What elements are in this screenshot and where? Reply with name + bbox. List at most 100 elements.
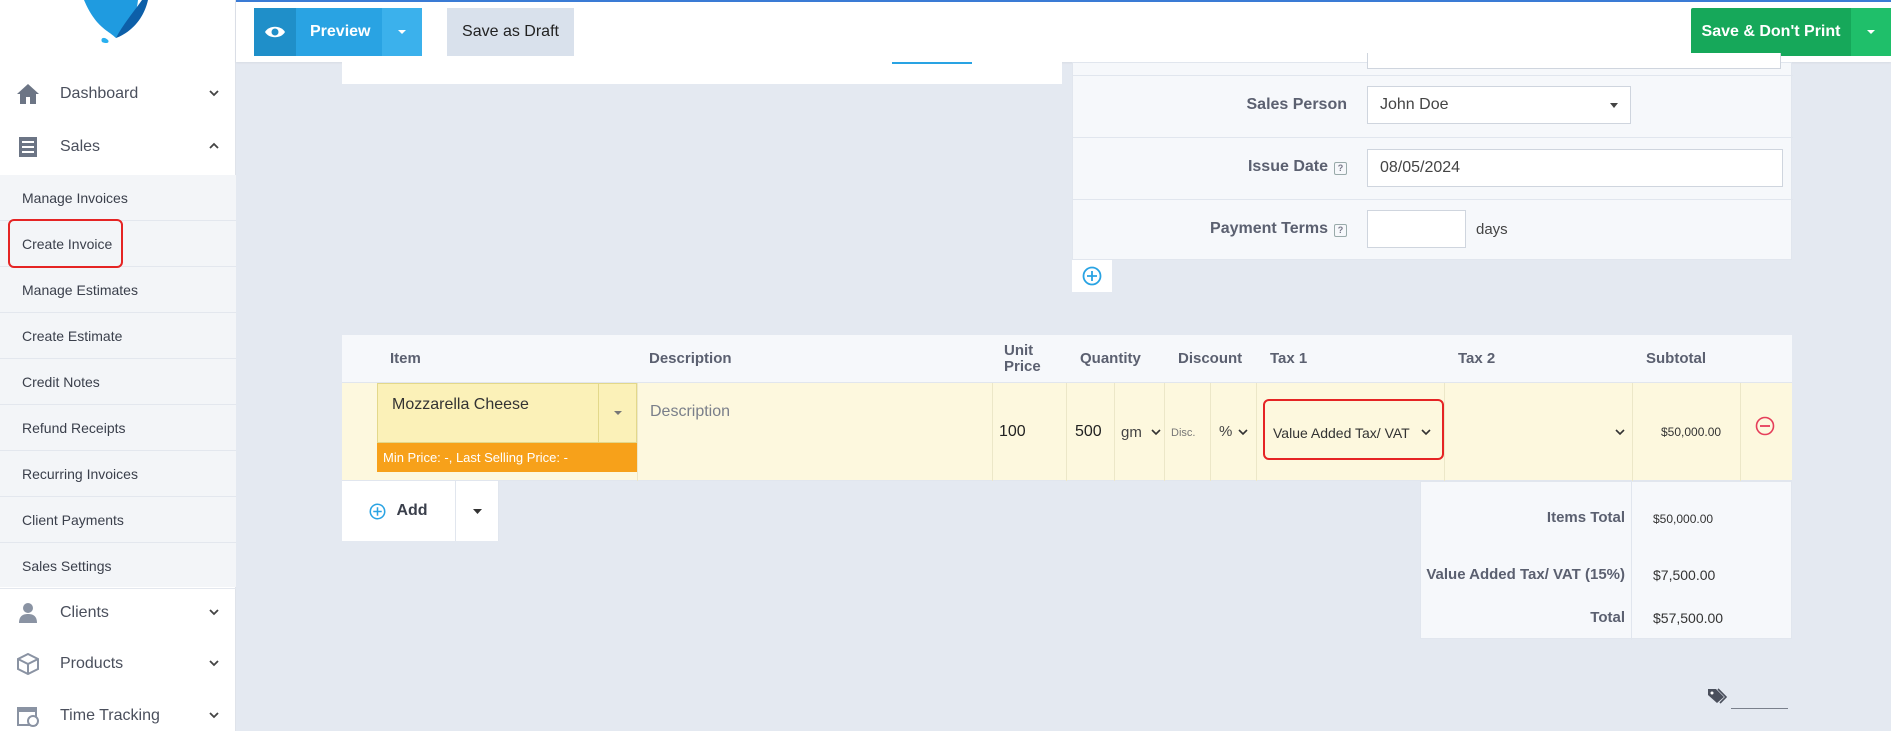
issue-date-label: Issue Date? xyxy=(1248,158,1347,176)
submenu-item-client-payments[interactable]: Client Payments xyxy=(0,497,236,543)
add-item-bar: Add xyxy=(342,481,499,541)
sidebar: Dashboard Sales Manage Invoices Create I… xyxy=(0,0,236,731)
discount-type-select[interactable]: % xyxy=(1210,383,1256,481)
caret-down-icon xyxy=(398,30,406,34)
home-icon xyxy=(17,84,39,104)
header-unit-price: Unit Price xyxy=(1004,342,1041,375)
header-discount: Discount xyxy=(1178,350,1243,367)
vat-label: Value Added Tax/ VAT (15%) xyxy=(1426,566,1625,583)
header-subtotal: Subtotal xyxy=(1646,350,1706,367)
save-dont-print-button[interactable]: Save & Don't Print xyxy=(1691,8,1851,56)
issue-date-value: 08/05/2024 xyxy=(1380,159,1461,176)
table-row: Mozzarella Cheese Min Price: -, Last Sel… xyxy=(342,383,1792,481)
quantity-input[interactable]: 500 xyxy=(1075,423,1102,441)
sidebar-item-label: Products xyxy=(60,655,124,672)
sidebar-item-label: Dashboard xyxy=(60,85,139,102)
sidebar-item-label: Time Tracking xyxy=(60,707,160,724)
caret-down-icon xyxy=(473,508,482,514)
save-dropdown-toggle[interactable] xyxy=(1851,8,1891,56)
invoice-items-table: Item Description Unit Price Quantity Disc… xyxy=(342,335,1792,481)
table-header: Item Description Unit Price Quantity Disc… xyxy=(342,335,1792,383)
submenu-item-create-estimate[interactable]: Create Estimate xyxy=(0,313,236,359)
description-input[interactable]: Description xyxy=(650,403,730,421)
sales-person-label: Sales Person xyxy=(1246,96,1348,113)
add-label: Add xyxy=(396,502,428,519)
payment-terms-input[interactable] xyxy=(1367,210,1466,248)
previous-field[interactable] xyxy=(1367,53,1781,69)
add-dropdown-toggle[interactable] xyxy=(456,481,499,541)
sidebar-item-clients[interactable]: Clients xyxy=(0,587,236,639)
sidebar-item-time-tracking[interactable]: Time Tracking xyxy=(0,690,236,731)
plus-circle-icon xyxy=(1082,266,1102,286)
tags-input-line[interactable] xyxy=(1731,708,1788,709)
header-item: Item xyxy=(390,350,421,367)
highlight-tax1 xyxy=(1263,399,1444,460)
remove-row-icon[interactable] xyxy=(1755,416,1775,436)
items-total-value: $50,000.00 xyxy=(1653,512,1714,526)
sidebar-item-sales[interactable]: Sales xyxy=(0,121,236,173)
add-field-button[interactable] xyxy=(1072,260,1112,292)
chevron-down-icon xyxy=(1151,429,1161,436)
item-dropdown-toggle[interactable] xyxy=(598,384,636,442)
submenu-item-credit-notes[interactable]: Credit Notes xyxy=(0,359,236,405)
discount-cell[interactable]: Disc. xyxy=(1164,383,1210,481)
discount-type-value: % xyxy=(1219,423,1233,440)
caret-down-icon xyxy=(1867,30,1875,34)
chevron-down-icon xyxy=(209,660,219,667)
chevron-down-icon xyxy=(209,90,219,97)
total-value: $57,500.00 xyxy=(1653,610,1724,626)
subtotal-cell: $50,000.00 xyxy=(1632,383,1740,481)
vat-value: $7,500.00 xyxy=(1653,567,1716,583)
submenu-item-manage-estimates[interactable]: Manage Estimates xyxy=(0,267,236,313)
unit-price-input[interactable]: 100 xyxy=(999,423,1026,441)
help-icon[interactable]: ? xyxy=(1334,162,1347,175)
description-cell[interactable]: Description xyxy=(637,383,992,481)
help-icon[interactable]: ? xyxy=(1334,224,1347,237)
sidebar-item-label: Clients xyxy=(60,604,109,621)
chevron-down-icon xyxy=(209,609,219,616)
issue-date-input[interactable]: 08/05/2024 xyxy=(1367,149,1783,187)
calendar-clock-icon xyxy=(17,707,39,727)
sidebar-item-label: Sales xyxy=(60,138,101,155)
submenu-item-refund-receipts[interactable]: Refund Receipts xyxy=(0,405,236,451)
sales-person-select[interactable]: John Doe xyxy=(1367,86,1631,124)
tags-icon[interactable] xyxy=(1707,688,1727,704)
butterfly-logo-icon xyxy=(84,0,148,44)
quantity-cell[interactable]: 500 xyxy=(1066,383,1114,481)
user-icon xyxy=(19,603,37,623)
form-row-sales-person: Sales Person John Doe xyxy=(1073,76,1793,138)
caret-down-icon xyxy=(1610,103,1618,108)
chevron-up-icon xyxy=(209,142,219,149)
preview-label: Preview xyxy=(310,23,371,40)
submenu-item-sales-settings[interactable]: Sales Settings xyxy=(0,543,236,589)
sidebar-item-dashboard[interactable]: Dashboard xyxy=(0,68,236,120)
form-row-payment-terms: Payment Terms? days xyxy=(1073,200,1793,262)
preview-button[interactable]: Preview xyxy=(254,8,422,56)
item-select[interactable]: Mozzarella Cheese xyxy=(377,383,637,443)
form-row-top xyxy=(1073,53,1793,76)
submenu-item-manage-invoices[interactable]: Manage Invoices xyxy=(0,175,236,221)
header-quantity: Quantity xyxy=(1080,350,1141,367)
add-item-button[interactable]: Add xyxy=(342,481,456,541)
eye-icon xyxy=(254,8,296,56)
tax2-select[interactable] xyxy=(1444,383,1632,481)
box-icon xyxy=(17,653,39,675)
highlight-create-invoice xyxy=(8,219,123,268)
preview-dropdown-toggle[interactable] xyxy=(382,8,422,56)
discount-input[interactable]: Disc. xyxy=(1171,427,1195,439)
save-as-draft-button[interactable]: Save as Draft xyxy=(447,8,574,56)
min-price-note: Min Price: -, Last Selling Price: - xyxy=(377,443,637,472)
unit-price-cell[interactable]: 100 xyxy=(992,383,1066,481)
items-total-label: Items Total xyxy=(1546,509,1625,526)
unit-select[interactable]: gm xyxy=(1114,383,1164,481)
unit-value: gm xyxy=(1121,424,1142,441)
sales-person-value: John Doe xyxy=(1380,96,1449,113)
total-label: Total xyxy=(1590,609,1625,626)
header-tax2: Tax 2 xyxy=(1458,350,1496,367)
totals-divider xyxy=(1631,482,1632,640)
submenu-item-recurring-invoices[interactable]: Recurring Invoices xyxy=(0,451,236,497)
payment-terms-unit: days xyxy=(1476,221,1508,238)
invoice-details-panel: Sales Person John Doe Issue Date? 08/05/… xyxy=(1072,53,1793,262)
item-value: Mozzarella Cheese xyxy=(392,396,529,413)
sidebar-item-products[interactable]: Products xyxy=(0,638,236,690)
